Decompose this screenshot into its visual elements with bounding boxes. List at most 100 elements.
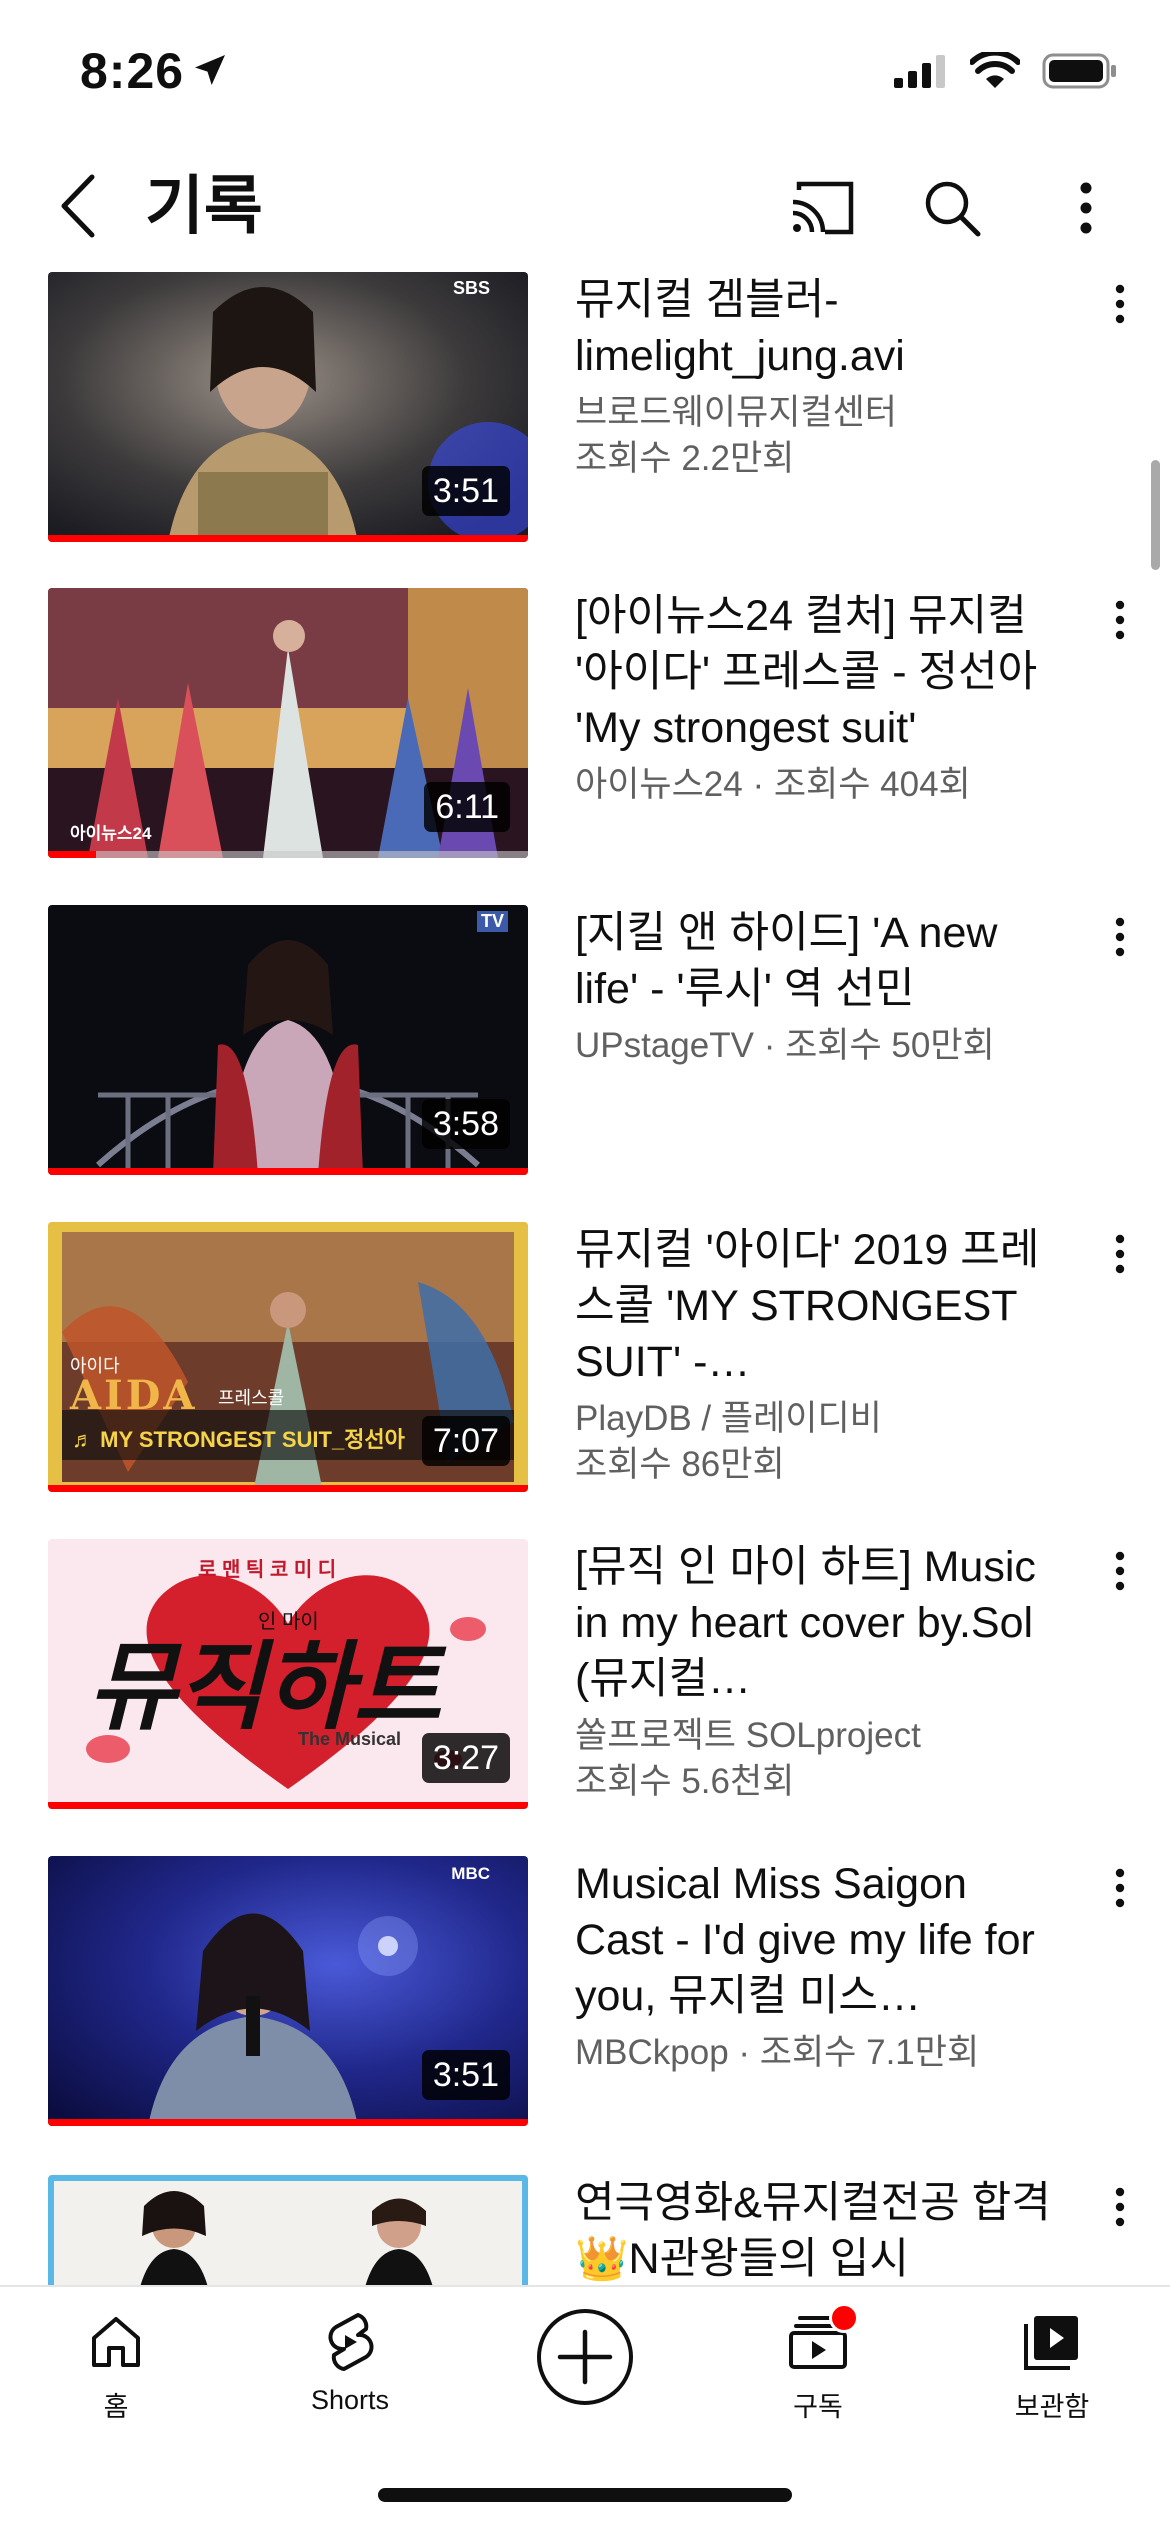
thumbnail-tag: 프레스콜	[218, 1388, 285, 1408]
app-header: 기록	[0, 150, 1170, 265]
nav-subscriptions[interactable]: 구독	[718, 2303, 918, 2447]
video-item[interactable]: MBC 3:51 Musical Miss Saigon Cast - I'd …	[0, 1856, 1170, 2156]
video-channel-views: 아이뉴스24 · 조회수 404회	[575, 765, 971, 804]
shorts-icon	[315, 2307, 385, 2377]
video-views: 조회수 5.6천회	[575, 1762, 795, 1801]
channel-watermark: MBC	[451, 1864, 490, 1883]
thumbnail-tag: The Musical	[298, 1729, 402, 1749]
back-button[interactable]	[48, 168, 108, 248]
video-channel: 브로드웨이뮤지컬센터	[575, 393, 898, 432]
video-views: 조회수 86만회	[575, 1445, 785, 1484]
video-channel-views: MBCkpop · 조회수 7.1만회	[575, 2033, 980, 2072]
video-duration: 7:07	[421, 1416, 510, 1466]
watched-progress	[48, 535, 528, 542]
search-button[interactable]	[912, 170, 992, 250]
scrollbar[interactable]	[1151, 460, 1160, 570]
video-thumbnail[interactable]: 로 맨 틱 코 미 디 뮤직하트 인 마이 The Musical 3:27	[48, 1539, 528, 1809]
video-channel: 쏠프로젝트 SOLproject	[575, 1716, 921, 1755]
battery-icon	[1042, 52, 1118, 95]
video-menu-button[interactable]	[1100, 1868, 1140, 1928]
nav-label: 홈	[103, 2392, 129, 2422]
video-thumbnail[interactable]: 아이뉴스24 6:11	[48, 588, 528, 858]
watched-progress	[48, 851, 96, 858]
channel-watermark: 아이뉴스24	[70, 824, 152, 843]
subscriptions-icon	[783, 2303, 859, 2377]
kebab-menu-icon	[1115, 1551, 1125, 1596]
home-icon	[81, 2307, 151, 2377]
video-title[interactable]: 연극영화&뮤지컬전공 합격 👑N관왕들의 입시	[575, 2175, 1065, 2285]
video-thumbnail[interactable]: TV 3:58	[48, 905, 528, 1175]
watched-progress	[48, 1485, 528, 1492]
video-title[interactable]: [아이뉴스24 컬처] 뮤지컬 '아이다' 프레스콜 - 정선아 'My str…	[575, 588, 1065, 756]
watched-progress	[48, 1168, 528, 1175]
kebab-menu-icon	[1115, 917, 1125, 962]
video-duration: 3:51	[421, 2050, 510, 2100]
cellular-signal-icon	[894, 54, 948, 93]
nav-label: 구독	[793, 2392, 843, 2422]
video-thumbnail[interactable]: SBS 3:51	[48, 272, 528, 542]
wifi-icon	[969, 49, 1021, 95]
video-title[interactable]: Musical Miss Saigon Cast - I'd give my l…	[575, 1856, 1065, 2024]
nav-shorts[interactable]: Shorts	[250, 2307, 450, 2447]
channel-watermark: SBS	[452, 278, 490, 298]
video-duration: 3:58	[421, 1099, 510, 1149]
home-indicator	[378, 2488, 792, 2502]
more-options-button[interactable]	[1046, 170, 1126, 250]
video-item[interactable]: 연극영화&뮤지컬전공 합격 👑N관왕들의 입시	[0, 2175, 1170, 2285]
chevron-left-icon	[58, 173, 98, 244]
video-thumbnail[interactable]: MBC 3:51	[48, 1856, 528, 2126]
video-title[interactable]: [지킬 앤 하이드] 'A new life' - '루시' 역 선민	[575, 905, 1065, 1017]
video-item[interactable]: TV 3:58 [지킬 앤 하이드] 'A new life' - '루시' 역…	[0, 905, 1170, 1205]
progress-track	[48, 851, 528, 858]
video-menu-button[interactable]	[1100, 917, 1140, 977]
kebab-menu-icon	[1115, 600, 1125, 645]
location-arrow-icon	[190, 50, 230, 95]
video-menu-button[interactable]	[1100, 2187, 1140, 2247]
video-item[interactable]: 아이뉴스24 6:11 [아이뉴스24 컬처] 뮤지컬 '아이다' 프레스콜 -…	[0, 588, 1170, 888]
status-time: 8:26	[80, 43, 185, 99]
create-plus-icon	[535, 2307, 635, 2407]
nav-create[interactable]	[485, 2307, 685, 2447]
video-title[interactable]: [뮤직 인 마이 하트] Music in my heart cover by.…	[575, 1539, 1065, 1707]
thumbnail-caption: ♬ MY STRONGEST SUIT_정선아	[72, 1427, 405, 1452]
watched-progress	[48, 1802, 528, 1809]
kebab-menu-icon	[1115, 2187, 1125, 2232]
watched-progress	[48, 2119, 528, 2126]
video-item[interactable]: 로 맨 틱 코 미 디 뮤직하트 인 마이 The Musical 3:27 […	[0, 1539, 1170, 1839]
nav-library[interactable]: 보관함	[952, 2307, 1152, 2447]
page-title: 기록	[145, 170, 263, 242]
video-menu-button[interactable]	[1100, 600, 1140, 660]
video-item[interactable]: SBS 3:51 뮤지컬 겜블러-limelight_jung.avi 브로드웨…	[0, 272, 1170, 572]
video-item[interactable]: 아이다 AIDA 프레스콜 ♬ MY STRONGEST SUIT_정선아 7:…	[0, 1222, 1170, 1522]
video-title[interactable]: 뮤지컬 겜블러-limelight_jung.avi	[575, 272, 1065, 384]
video-views: 조회수 2.2만회	[575, 439, 795, 478]
video-title[interactable]: 뮤지컬 '아이다' 2019 프레스콜 'MY STRONGEST SUIT' …	[575, 1222, 1065, 1390]
nav-label: 보관함	[1014, 2392, 1090, 2422]
kebab-menu-icon	[1115, 1234, 1125, 1279]
video-duration: 3:27	[421, 1733, 510, 1783]
library-icon	[1017, 2307, 1087, 2377]
kebab-menu-icon	[1115, 284, 1125, 329]
video-thumbnail[interactable]: 아이다 AIDA 프레스콜 ♬ MY STRONGEST SUIT_정선아 7:…	[48, 1222, 528, 1492]
channel-watermark: TV	[476, 911, 508, 932]
thumbnail-logo: AIDA	[70, 1372, 198, 1419]
video-channel: PlayDB / 플레이디비	[575, 1399, 882, 1438]
cast-icon	[789, 180, 855, 241]
cast-button[interactable]	[782, 170, 862, 250]
nav-home[interactable]: 홈	[16, 2307, 216, 2447]
notification-badge	[829, 2303, 859, 2333]
search-icon	[922, 178, 982, 243]
status-bar: 8:26	[0, 0, 1170, 150]
video-duration: 3:51	[421, 466, 510, 516]
kebab-menu-icon	[1080, 182, 1092, 239]
video-thumbnail[interactable]	[48, 2175, 528, 2285]
thumbnail-top-text: 로 맨 틱 코 미 디	[198, 1559, 337, 1581]
nav-label: Shorts	[310, 2385, 390, 2415]
video-menu-button[interactable]	[1100, 1551, 1140, 1611]
video-menu-button[interactable]	[1100, 284, 1140, 344]
kebab-menu-icon	[1115, 1868, 1125, 1913]
thumbnail-small-text: 인 마이	[258, 1611, 319, 1633]
history-list: SBS 3:51 뮤지컬 겜블러-limelight_jung.avi 브로드웨…	[0, 270, 1170, 2285]
video-menu-button[interactable]	[1100, 1234, 1140, 1294]
video-channel-views: UPstageTV · 조회수 50만회	[575, 1026, 995, 1065]
